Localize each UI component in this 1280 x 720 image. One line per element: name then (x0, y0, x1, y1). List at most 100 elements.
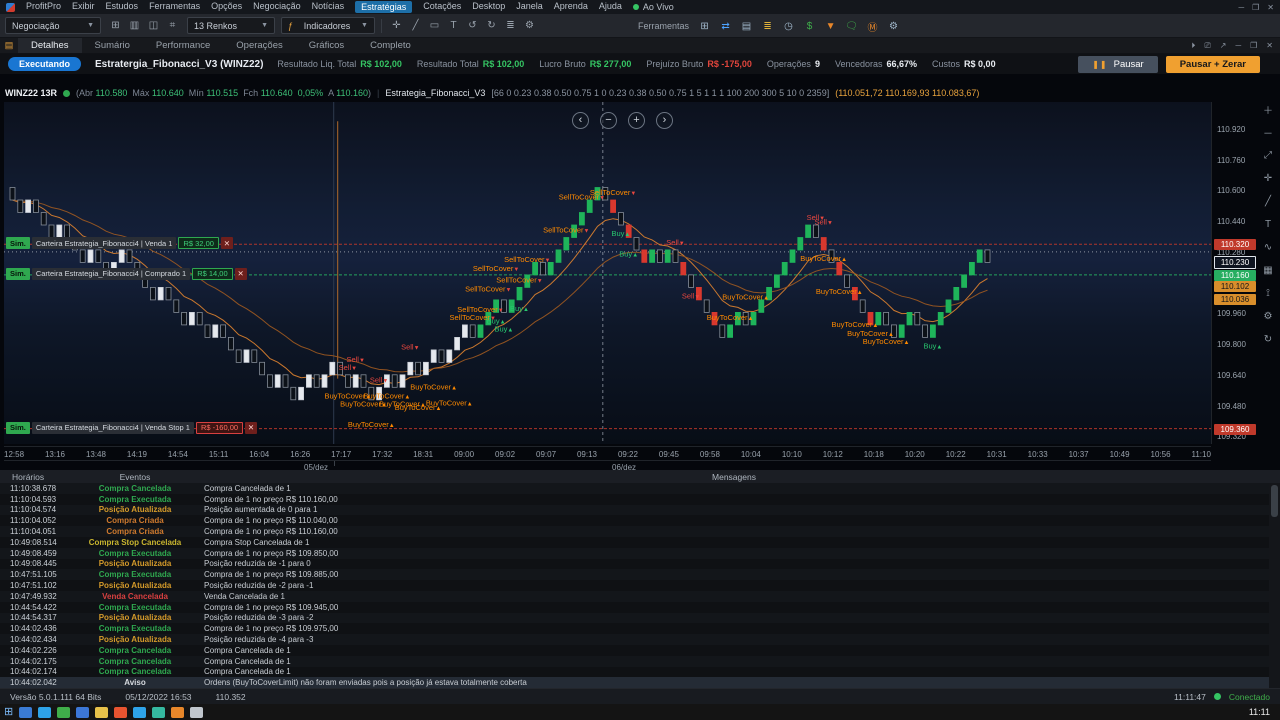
restore-icon[interactable]: ❐ (1252, 3, 1259, 12)
dollar-icon[interactable]: $ (801, 18, 818, 35)
close-position-icon[interactable]: ✕ (245, 421, 258, 434)
table-row[interactable]: 10:44:02.226 Compra Cancelada Compra Cance… (0, 644, 1280, 656)
pan-left-button[interactable]: ‹ (572, 112, 589, 129)
taskbar-app-5[interactable] (95, 706, 109, 718)
menu-item-ajuda[interactable]: Ajuda (599, 1, 622, 13)
tab-operacoes[interactable]: Operações (223, 38, 295, 53)
tab-graficos[interactable]: Gráficos (296, 38, 357, 53)
pause-button[interactable]: ❚❚ Pausar (1078, 55, 1158, 73)
zoom-in-icon[interactable]: ＋ (1260, 102, 1276, 117)
taskbar-app-9[interactable] (171, 706, 185, 718)
table-row[interactable]: 11:10:04.574 Posição Atualizada Posição au… (0, 504, 1280, 516)
scrollbar-handle[interactable] (1271, 485, 1278, 517)
table-row[interactable]: 11:10:04.593 Compra Executada Compra de 1 … (0, 493, 1280, 505)
list-numbers-icon[interactable]: ≣ (759, 18, 776, 35)
minimize-icon[interactable]: ─ (1235, 41, 1241, 50)
pan-right-button[interactable]: › (656, 112, 673, 129)
taskbar-app-4[interactable] (76, 706, 90, 718)
close-position-icon[interactable]: ✕ (234, 267, 247, 280)
menu-item-estrategias[interactable]: Estratégias (355, 1, 413, 13)
table-row[interactable]: 10:44:54.317 Posição Atualizada Posição re… (0, 612, 1280, 624)
zoom-in-button[interactable]: + (628, 112, 645, 129)
table-row[interactable]: 11:10:04.051 Compra Criada Compra de 1 no … (0, 526, 1280, 537)
menu-item-aprenda[interactable]: Aprenda (554, 1, 588, 13)
basket-icon[interactable]: ▼ (822, 18, 839, 35)
menu-item-noticias[interactable]: Notícias (312, 1, 345, 13)
indicator-wave-icon[interactable]: ∿ (1260, 240, 1276, 254)
order-book-icon[interactable]: ⊞ (107, 17, 124, 34)
settings-icon[interactable]: ⚙ (1260, 309, 1276, 323)
layout-grid-icon[interactable]: ⊞ (696, 18, 713, 35)
trendline-icon[interactable]: ╱ (407, 17, 424, 34)
chart-candles-icon[interactable]: ▥ (126, 17, 143, 34)
taskbar-app-3[interactable] (57, 706, 71, 718)
chat-icon[interactable]: 🗨 (843, 18, 860, 35)
taskbar-app-10[interactable] (190, 706, 204, 718)
table-row[interactable]: 10:47:49.932 Venda Cancelada Venda Cancela… (0, 590, 1280, 602)
clipboard-icon[interactable]: ▤ (738, 18, 755, 35)
menu-item-ferramentas[interactable]: Ferramentas (149, 1, 200, 13)
table-row[interactable]: 11:10:38.678 Compra Cancelada Compra Cance… (0, 483, 1280, 494)
clock-icon[interactable]: ◷ (780, 18, 797, 35)
table-row[interactable]: 10:44:02.175 Compra Cancelada Compra Cance… (0, 655, 1280, 667)
taskbar-app-6[interactable] (114, 706, 128, 718)
taskbar-app-8[interactable] (152, 706, 166, 718)
play-icon[interactable]: ⏵ (1191, 41, 1195, 51)
text-tool-icon[interactable]: T (1260, 217, 1276, 231)
market-m-icon[interactable]: Ⓜ (864, 18, 881, 35)
indicadores-select[interactable]: ƒ Indicadores ▼ (281, 17, 375, 34)
minimize-icon[interactable]: ─ (1238, 3, 1244, 12)
taskbar-app-1[interactable] (19, 706, 33, 718)
rectangle-tool-icon[interactable]: ▭ (426, 17, 443, 34)
menu-item-negociacao[interactable]: Negociação (253, 1, 301, 13)
table-row[interactable]: 10:44:02.434 Posição Atualizada Posição re… (0, 634, 1280, 645)
chart-settings-icon[interactable]: ⚙ (521, 17, 538, 34)
fit-chart-icon[interactable]: ⤢ (1260, 148, 1276, 162)
menu-item-cotacoes[interactable]: Cotações (423, 1, 461, 13)
menu-item-exibir[interactable]: Exibir (72, 1, 95, 13)
close-position-icon[interactable]: ✕ (220, 237, 233, 250)
restore-icon[interactable]: ❐ (1250, 41, 1257, 50)
grid-icon[interactable]: ▦ (1260, 263, 1276, 277)
negociacao-select[interactable]: Negociação ▼ (5, 17, 101, 34)
tab-performance[interactable]: Performance (143, 38, 223, 53)
table-row[interactable]: 10:49:08.459 Compra Executada Compra de 1 … (0, 547, 1280, 559)
price-chart[interactable]: BuyToCover▲ BuyToCover▲ BuyToCover▲ BuyToCo… (4, 102, 1211, 444)
refresh-icon[interactable]: ↻ (1260, 332, 1276, 346)
settings-icon[interactable]: ⚙ (885, 18, 902, 35)
table-row[interactable]: 10:49:08.514 Compra Stop Cancelada Compra … (0, 536, 1280, 548)
taskbar-app-7[interactable] (133, 706, 147, 718)
trendline-icon[interactable]: ╱ (1260, 194, 1276, 208)
time-axis[interactable]: 12:58 13:16 13:48 14:19 14:54 15:11 16:04 16:26… (4, 446, 1211, 460)
close-icon[interactable]: ✕ (1267, 3, 1274, 12)
redo-icon[interactable]: ↻ (483, 17, 500, 34)
table-row[interactable]: 10:44:02.042 Aviso Ordens (BuyToCoverLimit… (0, 677, 1280, 689)
close-icon[interactable]: ✕ (1266, 41, 1273, 50)
start-button[interactable]: ⊞ (4, 706, 13, 718)
cast-icon[interactable]: ⎚ (1204, 41, 1210, 51)
table-row[interactable]: 10:44:02.174 Compra Cancelada Compra Cance… (0, 666, 1280, 678)
zoom-out-icon[interactable]: － (1260, 125, 1276, 140)
table-row[interactable]: 10:47:51.102 Posição Atualizada Posição re… (0, 580, 1280, 591)
timeframe-select[interactable]: 13 Renkos ▼ (187, 17, 275, 34)
tab-sumario[interactable]: Sumário (82, 38, 143, 53)
crosshair-icon[interactable]: ✛ (1260, 171, 1276, 185)
table-row[interactable]: 11:10:04.052 Compra Criada Compra de 1 no … (0, 515, 1280, 527)
zoom-out-button[interactable]: − (600, 112, 617, 129)
crosshair-icon[interactable]: ✛ (388, 17, 405, 34)
menu-item-estudos[interactable]: Estudos (106, 1, 139, 13)
transfer-icon[interactable]: ⇄ (717, 18, 734, 35)
taskbar-app-2[interactable] (38, 706, 52, 718)
tab-completo[interactable]: Completo (357, 38, 424, 53)
menu-item-desktop[interactable]: Desktop (472, 1, 505, 13)
menu-item-opcoes[interactable]: Opções (211, 1, 242, 13)
table-row[interactable]: 10:44:02.436 Compra Executada Compra de 1 … (0, 623, 1280, 635)
share-icon[interactable]: ↗ (1220, 41, 1227, 50)
table-row[interactable]: 10:47:51.105 Compra Executada Compra de 1 … (0, 569, 1280, 581)
table-row[interactable]: 10:44:54.422 Compra Executada Compra de 1 … (0, 601, 1280, 613)
menu-item-profitpro[interactable]: ProfitPro (26, 1, 61, 13)
layers-icon[interactable]: ≣ (502, 17, 519, 34)
pause-zero-button[interactable]: Pausar + Zerar (1165, 55, 1260, 73)
table-row[interactable]: 10:49:08.445 Posição Atualizada Posição re… (0, 558, 1280, 570)
vertical-scrollbar[interactable] (1269, 483, 1280, 688)
